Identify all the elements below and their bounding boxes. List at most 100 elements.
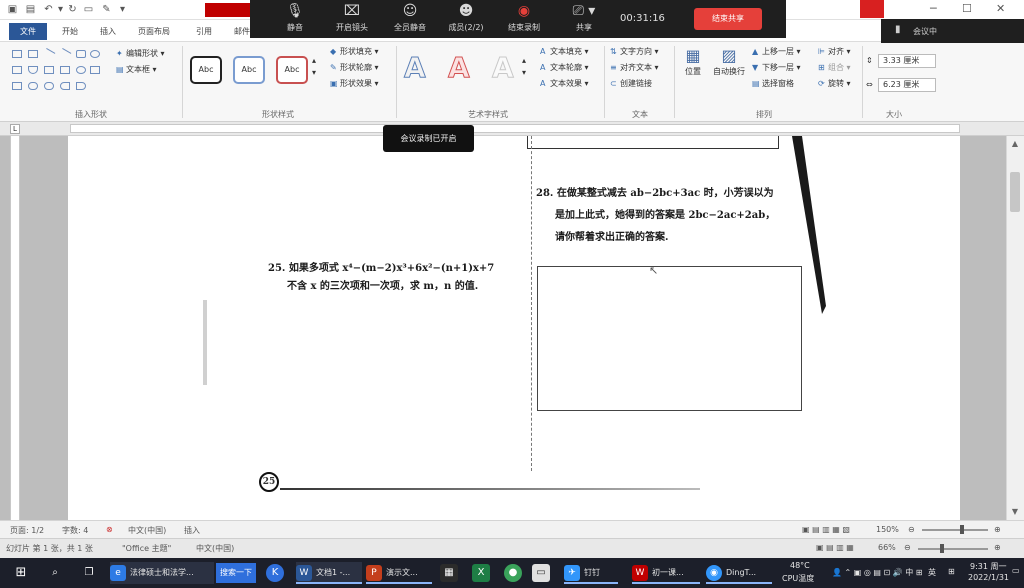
camera-button[interactable]: ⌧ 开启镜头	[330, 0, 374, 38]
scroll-down-icon[interactable]: ▼	[1009, 506, 1021, 518]
redo-icon[interactable]: ↻	[66, 3, 79, 16]
zoom-slider[interactable]	[922, 529, 988, 531]
text-outline-button[interactable]: A 文本轮廓 ▾	[540, 62, 589, 73]
excel-icon[interactable]: X	[472, 564, 490, 582]
task-view-icon[interactable]: ❐	[80, 564, 98, 582]
line-shape-icon[interactable]	[58, 48, 72, 60]
group-button[interactable]: ⊞ 组合 ▾	[818, 62, 851, 73]
proofing-icon[interactable]: ⊗	[106, 525, 113, 534]
brace-shape-icon[interactable]	[76, 82, 86, 90]
taskbar-dingtalk[interactable]: ◉ DingT...	[706, 562, 772, 584]
tab-home[interactable]: 开始	[62, 26, 78, 37]
shape-fill-button[interactable]: ◆ 形状填充 ▾	[330, 46, 379, 57]
line-shape-icon[interactable]	[42, 48, 56, 60]
taskbar-course[interactable]: W 初一课...	[632, 562, 700, 584]
customize-qa-icon[interactable]: ▾	[116, 3, 129, 16]
notification-icon[interactable]: ▭	[1012, 566, 1020, 575]
input-method[interactable]: 英	[928, 567, 936, 578]
gallery-scroll-icon[interactable]: ▴	[312, 56, 316, 65]
shape-height-input[interactable]: 3.33 厘米	[878, 54, 936, 68]
shape-style-2[interactable]: Abc	[233, 56, 265, 84]
clock-date[interactable]: 2022/1/31	[968, 573, 1009, 582]
tab-references[interactable]: 引用	[196, 26, 212, 37]
gallery-scroll-icon[interactable]: ▾	[522, 68, 526, 77]
gallery-scroll-icon[interactable]: ▴	[522, 56, 526, 65]
scroll-up-icon[interactable]: ▲	[1009, 138, 1021, 150]
connector-shape-icon[interactable]	[44, 66, 54, 74]
stop-record-button[interactable]: ◉ 结束录制	[502, 0, 546, 38]
zoom-slider-knob[interactable]	[940, 544, 944, 553]
rect-shape-icon[interactable]	[12, 66, 22, 74]
rounded-rect-shape-icon[interactable]	[76, 50, 86, 58]
zoom-level[interactable]: 150%	[876, 525, 899, 534]
block-shape-icon[interactable]	[12, 82, 22, 90]
close-icon[interactable]: ✕	[996, 2, 1005, 15]
taskbar-dingding[interactable]: ✈ 钉钉	[564, 562, 618, 584]
oval-shape-icon[interactable]	[90, 50, 100, 58]
text-fill-button[interactable]: A 文本填充 ▾	[540, 46, 589, 57]
curve-shape-icon[interactable]	[28, 82, 38, 90]
language-indicator[interactable]: 中文(中国)	[196, 543, 234, 554]
view-mode-icons[interactable]: ▣ ▤ ▥ ▦	[816, 543, 854, 552]
document-app-icon[interactable]: ▭	[532, 564, 550, 582]
wordart-style-3[interactable]: A	[492, 51, 515, 84]
wordart-style-1[interactable]: A	[404, 51, 427, 84]
align-text-button[interactable]: ≡ 对齐文本 ▾	[610, 62, 659, 73]
start-windows-icon[interactable]: ⊞	[12, 564, 30, 582]
ruler-scale[interactable]	[70, 124, 960, 133]
taskbar-powerpoint[interactable]: P 演示文...	[366, 562, 432, 584]
align-button[interactable]: ⊫ 对齐 ▾	[818, 46, 851, 57]
tab-mail[interactable]: 邮件	[234, 26, 250, 37]
save-icon[interactable]: ▤	[24, 3, 37, 16]
mute-button[interactable]: 🎙 静音	[280, 0, 310, 38]
shape-style-3[interactable]: Abc	[276, 56, 308, 84]
search-icon[interactable]: ⌕	[46, 564, 64, 582]
shape-effects-button[interactable]: ▣ 形状效果 ▾	[330, 78, 379, 89]
shape-width-input[interactable]: 6.23 厘米	[878, 78, 936, 92]
zoom-slider[interactable]	[918, 548, 988, 550]
view-mode-icons[interactable]: ▣ ▤ ▥ ▦ ▧	[802, 525, 850, 534]
bring-forward-button[interactable]: ▲ 上移一层 ▾	[752, 46, 801, 57]
zoom-in-icon[interactable]: ⊕	[994, 543, 1001, 552]
page-count[interactable]: 页面: 1/2	[10, 525, 44, 536]
ime-icon[interactable]: ⊞	[948, 567, 955, 576]
zoom-in-icon[interactable]: ⊕	[994, 525, 1001, 534]
minimize-icon[interactable]: ─	[930, 2, 937, 15]
text-effects-button[interactable]: A 文本效果 ▾	[540, 78, 589, 89]
textbox-button[interactable]: ▤ 文本框 ▾	[116, 64, 157, 75]
create-link-button[interactable]: ⊂ 创建链接	[610, 78, 652, 89]
mute-all-button[interactable]: ☺ 全员静音	[388, 0, 432, 38]
tab-selector-icon[interactable]: L	[10, 124, 20, 134]
insert-mode[interactable]: 插入	[184, 525, 200, 536]
wrap-text-button[interactable]: ▨ 自动换行	[710, 46, 748, 77]
new-doc-icon[interactable]: ▭	[82, 3, 95, 16]
rect-shape-icon[interactable]	[12, 50, 22, 58]
selection-pane-button[interactable]: ▤ 选择窗格	[752, 78, 794, 89]
rect-shape-icon[interactable]	[28, 50, 38, 58]
shape-outline-button[interactable]: ✎ 形状轮廓 ▾	[330, 62, 379, 73]
brace-shape-icon[interactable]	[60, 82, 70, 90]
edit-shape-button[interactable]: ✦ 编辑形状 ▾	[116, 48, 165, 59]
share-button[interactable]: ⎚ ▾ 共享	[568, 0, 600, 38]
rotate-button[interactable]: ⟳ 旋转 ▾	[818, 78, 851, 89]
tab-file[interactable]: 文件	[9, 23, 47, 40]
send-backward-button[interactable]: ▼ 下移一层 ▾	[752, 62, 801, 73]
tab-layout[interactable]: 页面布局	[138, 26, 170, 37]
clock-time[interactable]: 9:31 周一	[970, 561, 1007, 572]
zoom-level[interactable]: 66%	[878, 543, 896, 552]
app-grid-icon[interactable]: ▦	[440, 564, 458, 582]
position-button[interactable]: ▦ 位置	[680, 46, 706, 77]
tray-icons[interactable]: 👤 ⌃ ▣ ◎ ▤ ⊡ 🔊 中 ⊞	[832, 567, 922, 578]
slide-count[interactable]: 幻灯片 第 1 张，共 1 张	[6, 543, 93, 554]
app-k-icon[interactable]: K	[266, 564, 284, 582]
browser-search-button[interactable]: 搜索一下	[216, 563, 256, 583]
edit-icon[interactable]: ✎	[100, 3, 113, 16]
wordart-style-2[interactable]: A	[448, 51, 471, 84]
members-button[interactable]: ☻ 成员(2/2)	[444, 0, 488, 38]
zoom-slider-knob[interactable]	[960, 525, 964, 534]
arrow-shape-icon[interactable]	[90, 66, 100, 74]
text-direction-button[interactable]: ⇅ 文字方向 ▾	[610, 46, 659, 57]
answer-box[interactable]	[537, 266, 802, 411]
shape-style-1[interactable]: Abc	[190, 56, 222, 84]
circle-shape-icon[interactable]	[76, 66, 86, 74]
